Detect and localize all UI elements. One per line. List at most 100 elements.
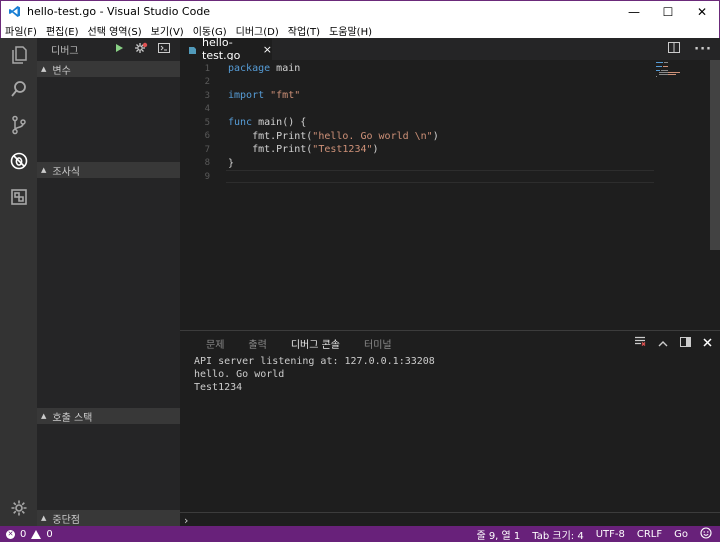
code-editor[interactable]: 1 package main 2 3 import "fmt" 4 5 func… [180,60,720,330]
code-keyword: package [228,63,271,75]
tab-terminal[interactable]: 터미널 [364,336,392,351]
code-string: "hello. Go world \n" [312,130,433,142]
minimap[interactable] [654,60,710,330]
call-stack-section[interactable]: ▲ 호출 스택 [37,408,180,424]
watch-section-title: 조사식 [52,166,80,178]
line-number: 9 [204,171,210,182]
code-keyword: import [228,90,265,102]
line-number: 8 [204,158,210,169]
repl-input[interactable]: › [180,512,720,527]
menu-bar: 파일(F) 편집(E) 선택 영역(S) 보기(V) 이동(G) 디버그(D) … [0,22,720,38]
code-text: main() { [252,117,307,129]
watch-section[interactable]: ▲ 조사식 [37,162,180,178]
settings-gear-icon[interactable] [0,493,37,523]
code-text: ) [372,144,379,156]
maximize-panel-icon[interactable] [658,336,668,350]
console-line: API server listening at: 127.0.0.1:33208 [194,356,435,367]
code-line: 8 } [180,157,654,171]
menu-tasks[interactable]: 작업(T) [288,23,320,38]
code-string: "Test1234" [312,144,373,156]
code-line: 6 fmt.Print("hello. Go world \n") [180,130,654,144]
source-control-icon[interactable] [0,110,37,140]
variables-section[interactable]: ▲ 변수 [37,61,180,77]
eol-indicator[interactable]: CRLF [637,529,662,540]
call-stack-section-title: 호출 스택 [52,412,93,424]
tab-problems[interactable]: 문제 [206,336,224,351]
problems-indicator[interactable]: ✕ 0 0 [6,526,53,542]
error-count: 0 [20,528,27,540]
tab-output[interactable]: 출력 [248,336,266,351]
clear-console-icon[interactable] [634,336,646,350]
bottom-panel: 문제 출력 디버그 콘솔 터미널 API server listening at… [180,330,720,527]
line-number: 1 [204,63,210,74]
tab-size-indicator[interactable]: Tab 크기: 4 [532,527,583,542]
console-line: hello. Go world [194,369,285,380]
collapse-arrow-icon: ▲ [41,412,47,420]
code-text: fmt.Print( [228,130,313,142]
tab-label: hello-test.go [202,36,241,62]
editor-tab-bar: hello-test.go × ··· [180,36,720,62]
breakpoints-section[interactable]: ▲ 중단점 [37,510,180,526]
activity-bar [0,38,37,526]
code-line: 2 [180,76,654,90]
warning-count: 0 [46,528,53,540]
toggle-panel-position-icon[interactable] [680,336,691,350]
window-title: hello-test.go - Visual Studio Code [27,5,211,18]
code-text: main [270,63,301,75]
encoding-indicator[interactable]: UTF-8 [596,529,625,540]
debug-console-output: API server listening at: 127.0.0.1:33208… [194,355,435,394]
debug-config-gear-icon[interactable] [134,42,148,57]
error-icon: ✕ [6,529,15,539]
line-number: 5 [204,117,210,128]
language-mode[interactable]: Go [674,529,688,540]
start-debugging-icon[interactable] [115,43,124,56]
collapse-arrow-icon: ▲ [41,65,47,73]
variables-section-title: 변수 [52,65,71,77]
title-bar: hello-test.go - Visual Studio Code — ☐ ✕ [0,0,720,22]
code-line: 4 [180,103,654,117]
breakpoints-section-title: 중단점 [52,514,80,526]
debug-icon[interactable] [0,146,37,176]
maximize-button[interactable]: ☐ [651,1,685,23]
menu-file[interactable]: 파일(F) [5,23,37,38]
code-text: fmt.Print( [228,144,313,156]
repl-prompt-icon: › [184,513,189,527]
code-line: 1 package main [180,62,654,76]
debug-console-toggle-icon[interactable] [158,42,170,56]
minimize-button[interactable]: — [617,1,651,23]
split-editor-icon[interactable] [668,41,681,57]
debug-sidebar: 디버그 ▲ 변수 ▲ 조사식 ▲ 호출 스택 ▲ 중단점 [37,38,180,526]
sidebar-title: 디버그 [51,45,79,57]
code-line: 9 [180,170,654,184]
code-keyword: func [228,117,253,129]
tab-debug-console[interactable]: 디버그 콘솔 [291,336,340,351]
line-number: 4 [204,104,210,115]
collapse-arrow-icon: ▲ [41,166,47,174]
code-line: 3 import "fmt" [180,89,654,103]
menu-view[interactable]: 보기(V) [151,23,184,38]
status-bar: ✕ 0 0 줄 9, 열 1 Tab 크기: 4 UTF-8 CRLF Go [0,526,720,542]
tab-hello-test-go[interactable]: hello-test.go × [180,36,272,62]
code-text: } [228,157,235,169]
go-file-icon [188,45,197,54]
menu-edit[interactable]: 편집(E) [46,23,79,38]
feedback-smiley-icon[interactable] [700,526,712,542]
code-line: 7 fmt.Print("Test1234") [180,143,654,157]
editor-scrollbar[interactable] [710,60,720,250]
close-window-button[interactable]: ✕ [685,1,719,23]
menu-selection[interactable]: 선택 영역(S) [88,23,142,38]
more-actions-icon[interactable]: ··· [694,42,712,57]
console-line: Test1234 [194,382,243,393]
vscode-logo-icon [7,5,21,19]
code-string: "fmt" [264,90,301,102]
explorer-icon[interactable] [0,40,37,70]
tab-close-icon[interactable]: × [263,43,272,56]
close-panel-icon[interactable] [703,336,712,350]
menu-help[interactable]: 도움말(H) [329,23,372,38]
line-number: 6 [204,131,210,142]
search-icon[interactable] [0,74,37,104]
code-line: 5 func main() { [180,116,654,130]
cursor-position[interactable]: 줄 9, 열 1 [476,527,520,542]
code-text: ) [432,130,439,142]
extensions-icon[interactable] [0,182,37,212]
